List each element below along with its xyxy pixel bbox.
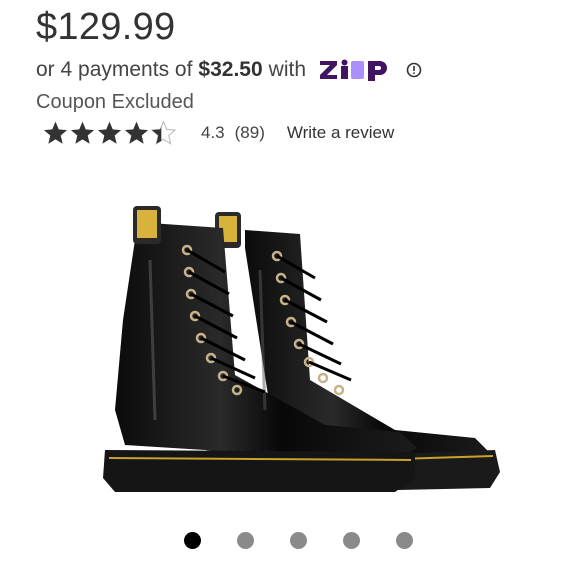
review-count[interactable]: (89) <box>235 123 265 143</box>
carousel-dot[interactable] <box>290 532 307 549</box>
partial-star-icon <box>150 120 177 145</box>
coupon-note: Coupon Excluded <box>36 91 194 113</box>
carousel-dot[interactable] <box>184 532 201 549</box>
installment-suffix: with <box>268 58 307 81</box>
star-icon <box>97 121 122 144</box>
product-image[interactable] <box>95 200 510 510</box>
star-icon <box>70 121 95 144</box>
star-rating <box>42 120 177 146</box>
write-review-link[interactable]: Write a review <box>287 123 394 143</box>
boots-image <box>103 206 500 492</box>
carousel-dot[interactable] <box>343 532 360 549</box>
star-icon <box>43 121 68 144</box>
rating-row: 4.3 (89) Write a review <box>42 120 394 146</box>
installment-info: or 4 payments of $32.50 with <box>36 55 422 85</box>
product-price: $129.99 <box>36 6 176 48</box>
rating-value: 4.3 <box>201 123 225 142</box>
carousel-dot[interactable] <box>396 532 413 549</box>
carousel-dot[interactable] <box>237 532 254 549</box>
star-icon <box>124 121 149 144</box>
info-icon[interactable] <box>406 62 422 78</box>
installment-prefix: or 4 payments of <box>36 58 193 81</box>
zip-logo <box>320 59 394 81</box>
installment-amount: $32.50 <box>198 58 263 81</box>
image-carousel-dots <box>184 532 413 549</box>
